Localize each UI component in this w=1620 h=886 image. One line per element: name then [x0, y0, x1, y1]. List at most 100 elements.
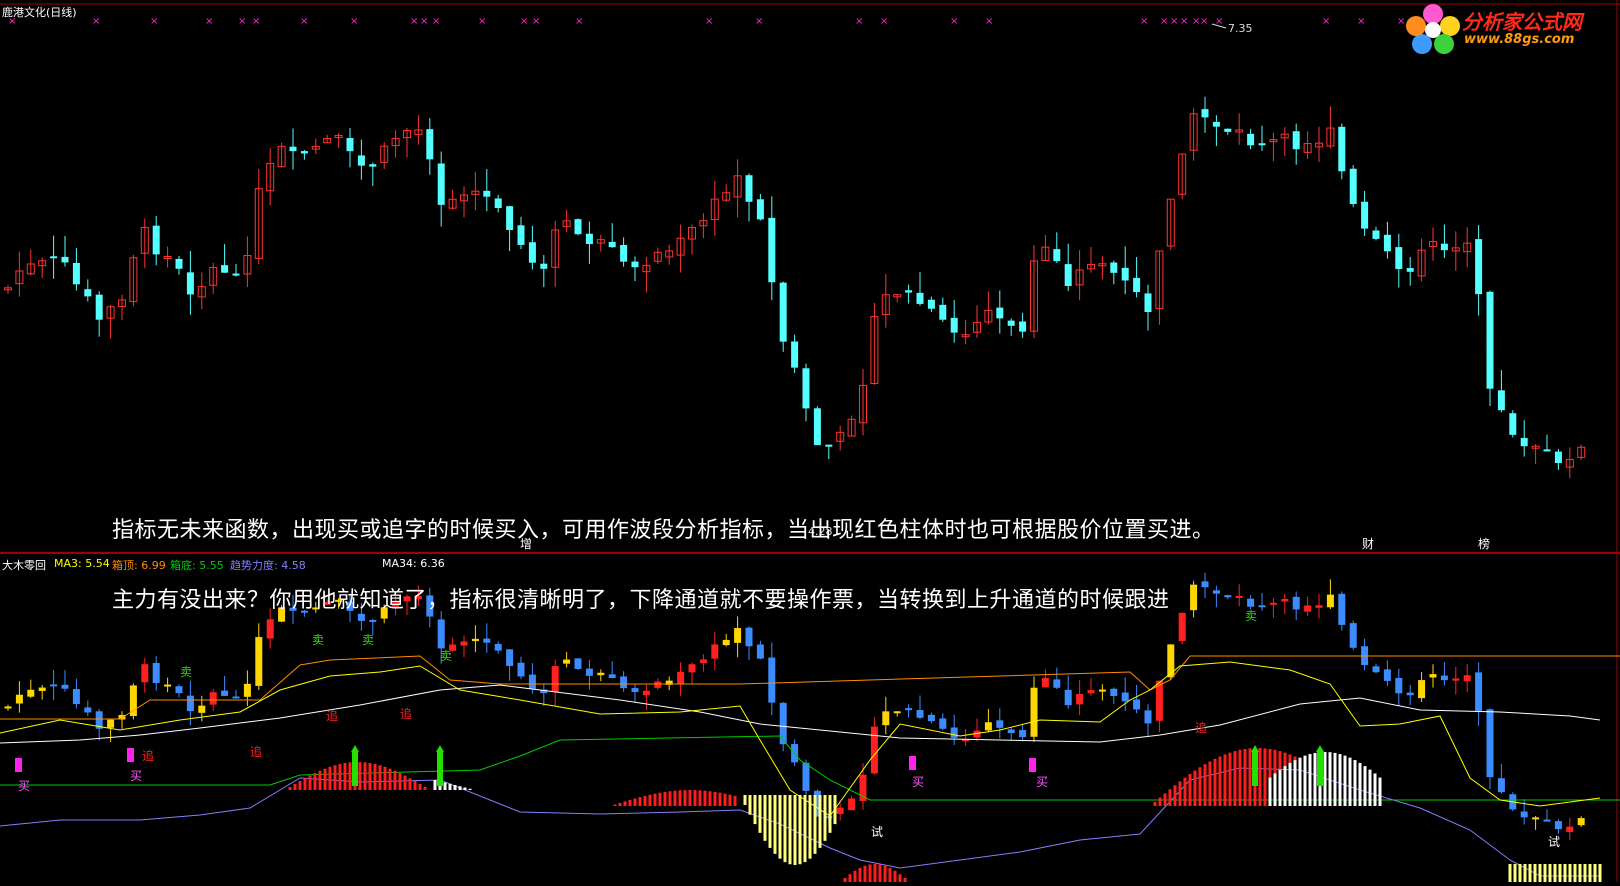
indicator-candle-body	[745, 627, 753, 647]
indicator-candle-body	[1098, 689, 1106, 692]
indicator-candle-body	[1041, 678, 1049, 688]
indicator-candle-body	[460, 641, 468, 646]
indicator-candle-body	[1543, 819, 1551, 822]
candle-body	[152, 225, 160, 255]
indicator-candle-body	[255, 637, 263, 686]
indicator-candle-body	[1110, 688, 1118, 696]
indicator-candle-body	[1520, 811, 1528, 818]
candle-body	[175, 258, 183, 269]
signal-buy-label: 买	[18, 779, 30, 793]
box-top-line	[0, 655, 1620, 720]
candle-body	[620, 244, 628, 262]
candle-body	[1440, 243, 1448, 251]
indicator-candle-body	[893, 711, 901, 714]
indicator-candle-body	[836, 807, 844, 814]
x-marker-icon: ×	[238, 16, 246, 27]
indicator-candle-body	[1064, 689, 1072, 706]
candle-body	[1053, 249, 1061, 262]
indicator-candle-body	[734, 628, 742, 643]
signal-sell-label: 卖	[180, 665, 192, 679]
indicator-candle-body	[27, 689, 35, 697]
logo-url: www.88gs.com	[1464, 32, 1575, 47]
indicator-candle-body	[209, 692, 217, 705]
candle-body	[1361, 201, 1369, 229]
x-marker-icon: ×	[855, 16, 863, 27]
box-top-value: 箱顶: 6.99	[112, 559, 166, 572]
candle-body	[768, 217, 776, 283]
signal-chase-label: 追	[250, 744, 262, 759]
indicator-candle-body	[1383, 669, 1391, 681]
candle-body	[186, 272, 194, 295]
candle-body	[1133, 277, 1141, 293]
indicator-candle-body	[221, 690, 229, 696]
signal-buy-label: 买	[1036, 775, 1048, 789]
indicator-candle-body	[164, 684, 172, 687]
indicator-candle-body	[984, 722, 992, 731]
x-marker-icon: ×	[150, 16, 158, 27]
indicator-candle-body	[1486, 709, 1494, 778]
candle-body	[813, 408, 821, 446]
event-marker-label: 财	[1362, 537, 1374, 551]
x-marker-icon: ×	[1357, 16, 1365, 27]
x-marker-icon: ×	[520, 16, 528, 27]
indicator-candle-body	[1190, 584, 1198, 611]
indicator-candle-body	[848, 798, 856, 811]
green-signal-bar	[1317, 752, 1323, 786]
candle-body	[585, 233, 593, 245]
indicator-candle-body	[357, 613, 365, 621]
buy-signal-bar	[909, 756, 916, 770]
indicator-candle-body	[243, 683, 251, 697]
x-marker-icon: ×	[532, 16, 540, 27]
indicator-candle-body	[654, 681, 662, 688]
indicator-candle-body	[1395, 677, 1403, 694]
x-marker-icon: ×	[205, 16, 213, 27]
indicator-candle-body	[369, 619, 377, 622]
x-marker-icon: ×	[1322, 16, 1330, 27]
x-marker-icon: ×	[1140, 16, 1148, 27]
indicator-candle-body	[15, 694, 23, 704]
indicator-candle-body	[1338, 593, 1346, 625]
indicator-candle-body	[1577, 818, 1585, 826]
indicator-candle-body	[1167, 644, 1175, 678]
green-signal-bar	[352, 752, 358, 786]
indicator-candle-body	[506, 649, 514, 666]
candle-body	[95, 294, 103, 320]
chart-canvas[interactable]: × × × × × × × × × × × × × × × × × × × × × × × × × × × × × × ×7.354.28增…	[0, 0, 1620, 882]
green-signal-bar	[437, 752, 443, 786]
indicator-candle-body	[1463, 675, 1471, 682]
signal-buy-label: 买	[130, 769, 142, 783]
box-bottom-value: 箱底: 5.55	[170, 559, 224, 572]
indicator-candle-body	[905, 708, 913, 711]
indicator-candle-body	[1475, 672, 1483, 711]
candle-body	[1520, 437, 1528, 447]
indicator-candle-body	[1292, 596, 1300, 610]
candle-body	[996, 307, 1004, 319]
indicator-candle-body	[1452, 678, 1460, 681]
candle-body	[357, 155, 365, 166]
ma34-line	[0, 684, 1601, 744]
trend-strength-value: 趋势力度: 4.58	[230, 559, 306, 572]
indicator-candle-body	[232, 696, 240, 699]
signal-chase-label: 追	[142, 748, 154, 763]
candle-body	[289, 146, 297, 152]
indicator-candle-body	[186, 695, 194, 712]
indicator-candle-body	[4, 706, 12, 709]
indicator-candle-body	[1406, 692, 1414, 696]
candle-body	[939, 304, 947, 320]
candle-body	[346, 138, 354, 152]
candle-body	[1007, 320, 1015, 326]
candle-body	[369, 164, 377, 167]
candle-body	[483, 190, 491, 197]
candle-body	[1121, 267, 1129, 281]
indicator-candle-body	[574, 658, 582, 669]
indicator-candle-body	[996, 720, 1004, 728]
indicator-candle-body	[927, 714, 935, 722]
event-marker-label: 榜	[1478, 536, 1490, 551]
x-marker-icon: ×	[92, 16, 100, 27]
flower-logo-icon	[1406, 4, 1460, 54]
candle-body	[1554, 451, 1562, 464]
site-logo[interactable]: 分析家公式网 www.88gs.com	[1404, 2, 1616, 54]
candle-body	[1338, 126, 1346, 172]
indicator-candle-body	[699, 659, 707, 664]
candle-body	[1475, 239, 1483, 295]
